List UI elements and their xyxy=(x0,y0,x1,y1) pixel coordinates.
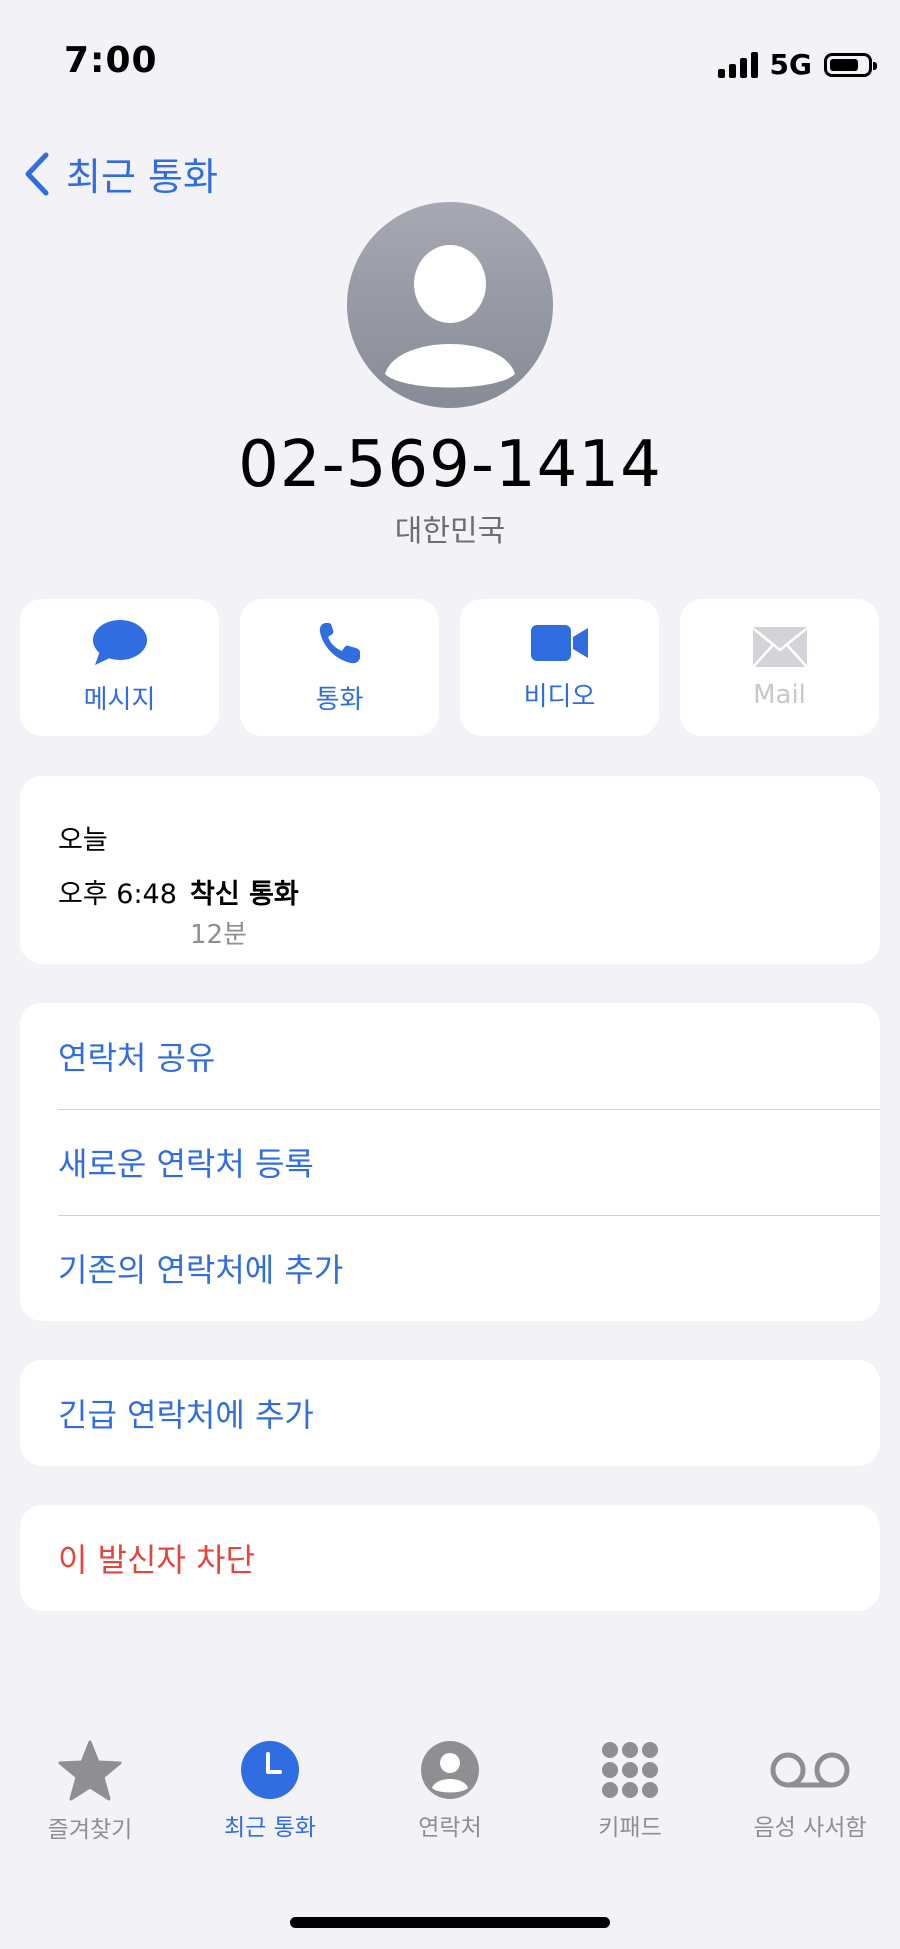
block-caller-row[interactable]: 이 발신자 차단 xyxy=(20,1505,880,1611)
mail-label: Mail xyxy=(753,679,806,710)
create-new-contact-row[interactable]: 새로운 연락처 등록 xyxy=(20,1109,880,1215)
person-silhouette-icon xyxy=(385,245,515,388)
recent-time: 오후 6:48 xyxy=(58,879,177,910)
tab-voicemail-label: 음성 사서함 xyxy=(753,1815,867,1841)
clock-icon xyxy=(241,1741,299,1799)
signal-icon xyxy=(717,51,758,78)
video-label: 비디오 xyxy=(523,682,596,712)
back-label: 최근 통화 xyxy=(66,155,218,199)
tab-recents[interactable]: 최근 통화 xyxy=(180,1740,360,1860)
voicemail-icon xyxy=(770,1752,850,1788)
call-button[interactable]: 통화 xyxy=(240,599,439,736)
video-icon xyxy=(530,625,588,661)
chevron-left-icon xyxy=(25,152,49,195)
recent-day: 오늘 xyxy=(58,825,108,856)
mail-button[interactable]: Mail xyxy=(680,599,879,736)
tab-favorites-label: 즐겨찾기 xyxy=(47,1817,133,1843)
add-to-existing-contact-row[interactable]: 기존의 연락처에 추가 xyxy=(20,1215,880,1321)
person-circle-icon xyxy=(421,1741,479,1799)
status-time: 7:00 xyxy=(64,40,158,81)
tab-bar: 즐겨찾기 최근 통화 연락처 키패드 음성 사서함 xyxy=(0,1740,900,1860)
region-label: 대한민국 xyxy=(394,514,506,549)
recent-call-type: 착신 통화 xyxy=(190,879,299,910)
emergency-group: 긴급 연락처에 추가 xyxy=(20,1360,880,1466)
recent-call-card: 오늘 오후 6:48 착신 통화 12분 xyxy=(20,776,880,964)
battery-icon xyxy=(824,52,877,77)
message-label: 메시지 xyxy=(83,685,156,715)
star-icon xyxy=(58,1740,122,1801)
message-icon xyxy=(92,620,147,665)
network-type: 5G xyxy=(769,48,812,81)
home-indicator[interactable] xyxy=(290,1917,610,1928)
video-button[interactable]: 비디오 xyxy=(460,599,659,736)
contact-options-group: 연락처 공유 새로운 연락처 등록 기존의 연락처에 추가 xyxy=(20,1003,880,1321)
keypad-icon xyxy=(602,1742,658,1798)
message-button[interactable]: 메시지 xyxy=(20,599,219,736)
share-contact-row[interactable]: 연락처 공유 xyxy=(20,1003,880,1109)
tab-keypad-label: 키패드 xyxy=(598,1815,662,1841)
action-buttons: 메시지 통화 비디오 Mail xyxy=(20,599,880,736)
recent-duration: 12분 xyxy=(190,920,248,950)
add-emergency-contact-row[interactable]: 긴급 연락처에 추가 xyxy=(20,1360,880,1466)
avatar xyxy=(347,202,553,408)
call-label: 통화 xyxy=(315,685,364,715)
phone-number: 02-569-1414 xyxy=(238,428,662,502)
back-button[interactable]: 최근 통화 xyxy=(22,146,218,201)
tab-keypad[interactable]: 키패드 xyxy=(540,1740,720,1860)
status-indicators: 5G xyxy=(717,48,877,81)
tab-voicemail[interactable]: 음성 사서함 xyxy=(720,1740,900,1860)
tab-recents-label: 최근 통화 xyxy=(224,1815,316,1841)
phone-icon xyxy=(319,623,360,664)
block-group: 이 발신자 차단 xyxy=(20,1505,880,1611)
mail-icon xyxy=(752,626,807,667)
tab-contacts[interactable]: 연락처 xyxy=(360,1740,540,1860)
tab-favorites[interactable]: 즐겨찾기 xyxy=(0,1740,180,1860)
tab-contacts-label: 연락처 xyxy=(418,1815,482,1841)
